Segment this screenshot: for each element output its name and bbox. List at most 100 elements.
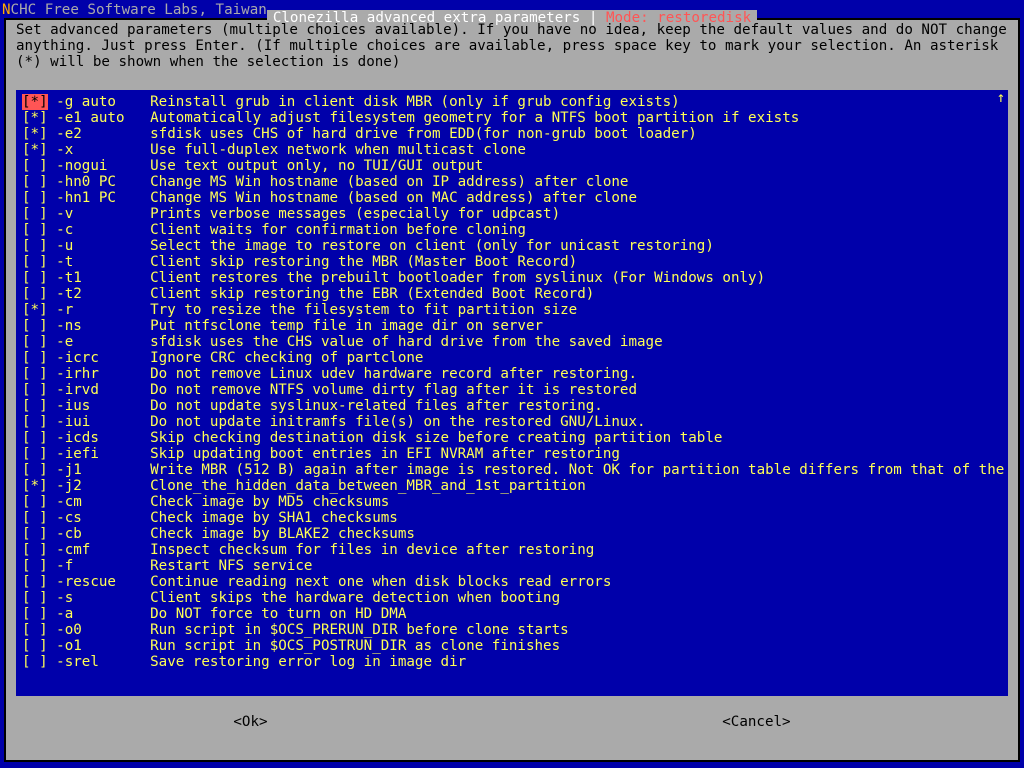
option-row[interactable]: [ ] -o1 Run script in $OCS_POSTRUN_DIR a…: [22, 638, 1002, 654]
option-row[interactable]: [*] -j2 Clone_the_hidden_data_between_MB…: [22, 478, 1002, 494]
option-row[interactable]: [ ] -irhr Do not remove Linux udev hardw…: [22, 366, 1002, 382]
option-checkbox[interactable]: [ ]: [22, 430, 48, 446]
option-row[interactable]: [ ] -o0 Run script in $OCS_PRERUN_DIR be…: [22, 622, 1002, 638]
option-row[interactable]: [ ] -f Restart NFS service: [22, 558, 1002, 574]
option-row[interactable]: [ ] -ns Put ntfsclone temp file in image…: [22, 318, 1002, 334]
option-checkbox[interactable]: [ ]: [22, 414, 48, 430]
option-checkbox[interactable]: [ ]: [22, 382, 48, 398]
option-flag: -r: [48, 302, 151, 318]
option-checkbox[interactable]: [*]: [22, 302, 48, 318]
option-row[interactable]: [ ] -hn1 PC Change MS Win hostname (base…: [22, 190, 1002, 206]
option-row[interactable]: [*] -e1 auto Automatically adjust filesy…: [22, 110, 1002, 126]
option-checkbox[interactable]: [ ]: [22, 638, 48, 654]
option-description: Change MS Win hostname (based on IP addr…: [150, 174, 628, 190]
option-row[interactable]: [ ] -u Select the image to restore on cl…: [22, 238, 1002, 254]
option-checkbox[interactable]: [ ]: [22, 334, 48, 350]
option-checkbox[interactable]: [ ]: [22, 222, 48, 238]
option-checkbox[interactable]: [ ]: [22, 446, 48, 462]
option-checkbox[interactable]: [ ]: [22, 174, 48, 190]
option-description: Put ntfsclone temp file in image dir on …: [150, 318, 543, 334]
option-row[interactable]: [*] -g auto Reinstall grub in client dis…: [22, 94, 1002, 110]
option-description: Reinstall grub in client disk MBR (only …: [150, 94, 680, 110]
option-row[interactable]: [ ] -ius Do not update syslinux-related …: [22, 398, 1002, 414]
option-checkbox[interactable]: [*]: [22, 126, 48, 142]
option-checkbox[interactable]: [*]: [22, 142, 48, 158]
option-description: sfdisk uses the CHS value of hard drive …: [150, 334, 663, 350]
option-row[interactable]: [ ] -s Client skips the hardware detecti…: [22, 590, 1002, 606]
option-row[interactable]: [*] -e2 sfdisk uses CHS of hard drive fr…: [22, 126, 1002, 142]
option-row[interactable]: [ ] -hn0 PC Change MS Win hostname (base…: [22, 174, 1002, 190]
option-checkbox[interactable]: [ ]: [22, 366, 48, 382]
option-row[interactable]: [ ] -iui Do not update initramfs file(s)…: [22, 414, 1002, 430]
option-description: Do not update initramfs file(s) on the r…: [150, 414, 645, 430]
option-row[interactable]: [ ] -cmf Inspect checksum for files in d…: [22, 542, 1002, 558]
option-checkbox[interactable]: [ ]: [22, 526, 48, 542]
option-checkbox[interactable]: [ ]: [22, 206, 48, 222]
option-row[interactable]: [ ] -cm Check image by MD5 checksums: [22, 494, 1002, 510]
option-row[interactable]: [*] -x Use full-duplex network when mult…: [22, 142, 1002, 158]
option-row[interactable]: [ ] -srel Save restoring error log in im…: [22, 654, 1002, 670]
option-description: Continue reading next one when disk bloc…: [150, 574, 611, 590]
option-row[interactable]: [ ] -j1 Write MBR (512 B) again after im…: [22, 462, 1002, 478]
option-checkbox[interactable]: [*]: [22, 478, 48, 494]
option-description: Do not remove NTFS volume dirty flag aft…: [150, 382, 637, 398]
option-checkbox[interactable]: [ ]: [22, 574, 48, 590]
option-row[interactable]: [ ] -t2 Client skip restoring the EBR (E…: [22, 286, 1002, 302]
option-description: Skip checking destination disk size befo…: [150, 430, 722, 446]
cancel-button[interactable]: <Cancel>: [714, 714, 798, 730]
option-checkbox[interactable]: [ ]: [22, 286, 48, 302]
option-checkbox[interactable]: [*]: [22, 94, 48, 110]
option-description: Client waits for confirmation before clo…: [150, 222, 526, 238]
option-description: Do not update syslinux-related files aft…: [150, 398, 603, 414]
option-description: Check image by SHA1 checksums: [150, 510, 398, 526]
option-checkbox[interactable]: [ ]: [22, 350, 48, 366]
option-flag: -e2: [48, 126, 151, 142]
option-row[interactable]: [ ] -t1 Client restores the prebuilt boo…: [22, 270, 1002, 286]
option-row[interactable]: [ ] -e sfdisk uses the CHS value of hard…: [22, 334, 1002, 350]
option-row[interactable]: [ ] -rescue Continue reading next one wh…: [22, 574, 1002, 590]
option-checkbox[interactable]: [ ]: [22, 190, 48, 206]
option-description: Client skip restoring the EBR (Extended …: [150, 286, 594, 302]
option-checkbox[interactable]: [ ]: [22, 254, 48, 270]
ok-button[interactable]: <Ok>: [225, 714, 275, 730]
option-description: Skip updating boot entries in EFI NVRAM …: [150, 446, 620, 462]
option-row[interactable]: [ ] -v Prints verbose messages (especial…: [22, 206, 1002, 222]
option-checkbox[interactable]: [ ]: [22, 462, 48, 478]
option-description: Do not remove Linux udev hardware record…: [150, 366, 637, 382]
option-row[interactable]: [ ] -irvd Do not remove NTFS volume dirt…: [22, 382, 1002, 398]
option-row[interactable]: [ ] -cb Check image by BLAKE2 checksums: [22, 526, 1002, 542]
option-checkbox[interactable]: [ ]: [22, 654, 48, 670]
option-checkbox[interactable]: [ ]: [22, 622, 48, 638]
option-flag: -cs: [48, 510, 151, 526]
option-row[interactable]: [ ] -cs Check image by SHA1 checksums: [22, 510, 1002, 526]
option-checkbox[interactable]: [ ]: [22, 558, 48, 574]
option-row[interactable]: [ ] -a Do NOT force to turn on HD DMA: [22, 606, 1002, 622]
option-flag: -irvd: [48, 382, 151, 398]
option-description: Ignore CRC checking of partclone: [150, 350, 423, 366]
option-checkbox[interactable]: [ ]: [22, 238, 48, 254]
option-checkbox[interactable]: [ ]: [22, 398, 48, 414]
option-row[interactable]: [ ] -t Client skip restoring the MBR (Ma…: [22, 254, 1002, 270]
option-checkbox[interactable]: [ ]: [22, 606, 48, 622]
option-flag: -g auto: [48, 94, 151, 110]
option-row[interactable]: [ ] -iefi Skip updating boot entries in …: [22, 446, 1002, 462]
option-row[interactable]: [ ] -c Client waits for confirmation bef…: [22, 222, 1002, 238]
option-checkbox[interactable]: [ ]: [22, 318, 48, 334]
option-flag: -rescue: [48, 574, 151, 590]
option-row[interactable]: [ ] -icrc Ignore CRC checking of partclo…: [22, 350, 1002, 366]
option-flag: -f: [48, 558, 151, 574]
option-row[interactable]: [ ] -icds Skip checking destination disk…: [22, 430, 1002, 446]
option-checkbox[interactable]: [ ]: [22, 542, 48, 558]
brand-label: NCHC Free Software Labs, Taiwan: [2, 2, 267, 18]
option-checkbox[interactable]: [ ]: [22, 510, 48, 526]
option-description: Use full-duplex network when multicast c…: [150, 142, 526, 158]
option-checkbox[interactable]: [ ]: [22, 590, 48, 606]
option-flag: -irhr: [48, 366, 151, 382]
option-checkbox[interactable]: [*]: [22, 110, 48, 126]
options-list[interactable]: ↑ [*] -g auto Reinstall grub in client d…: [16, 90, 1008, 696]
option-checkbox[interactable]: [ ]: [22, 158, 48, 174]
option-row[interactable]: [*] -r Try to resize the filesystem to f…: [22, 302, 1002, 318]
option-checkbox[interactable]: [ ]: [22, 494, 48, 510]
option-checkbox[interactable]: [ ]: [22, 270, 48, 286]
option-row[interactable]: [ ] -nogui Use text output only, no TUI/…: [22, 158, 1002, 174]
